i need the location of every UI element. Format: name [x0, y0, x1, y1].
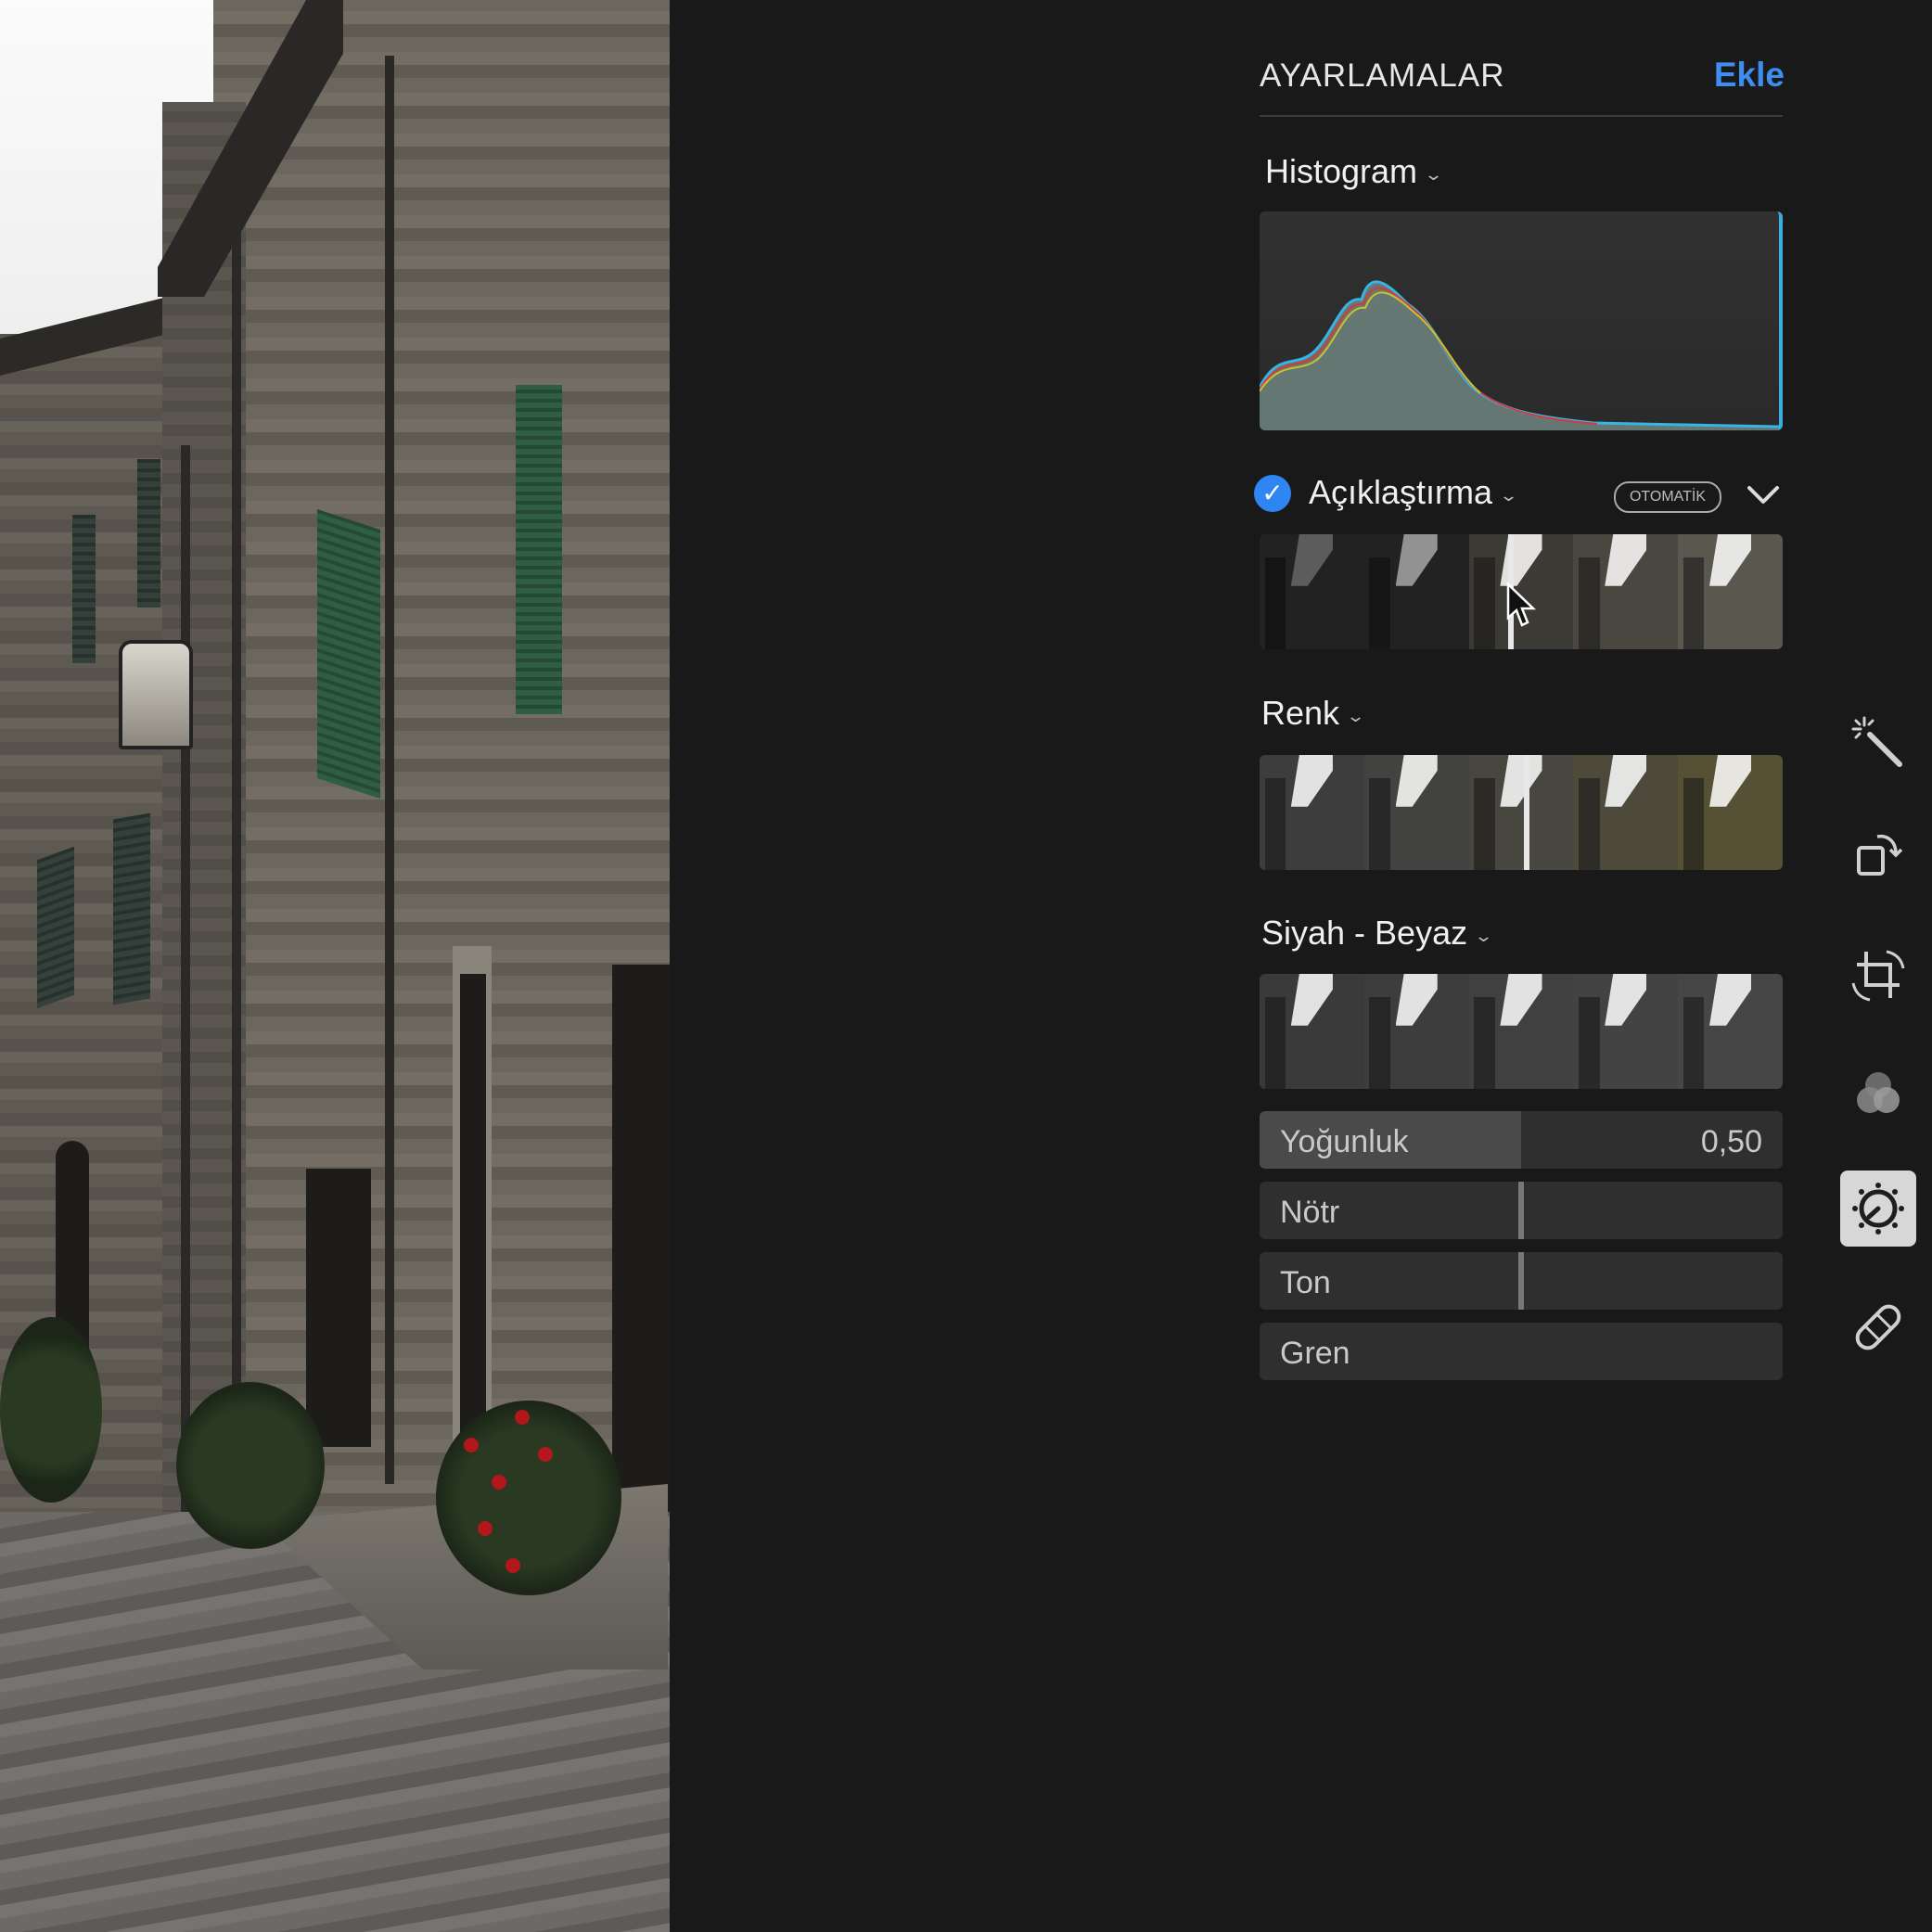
preview-frame[interactable]: [1260, 974, 1364, 1089]
slider-handle[interactable]: [1518, 1252, 1524, 1310]
photo-shutter: [72, 515, 96, 663]
light-enabled-checkbox[interactable]: ✓: [1254, 475, 1291, 512]
photo-flower: [538, 1447, 553, 1462]
preview-frame[interactable]: [1468, 974, 1574, 1089]
photo-door: [460, 974, 486, 1456]
histogram-section-title[interactable]: Histogram ⌄: [1265, 152, 1444, 191]
panel-title: AYARLAMALAR: [1260, 58, 1505, 94]
photo-shutter: [113, 812, 150, 1005]
slider-label: Nötr: [1280, 1195, 1340, 1230]
slider-label: Gren: [1280, 1336, 1350, 1371]
light-title-label: Açıklaştırma: [1309, 473, 1493, 511]
histogram-graph: [1260, 280, 1779, 430]
grain-slider[interactable]: Gren: [1260, 1323, 1783, 1380]
photo-plant: [436, 1401, 621, 1595]
crop-icon[interactable]: [1840, 937, 1916, 1013]
photo-shutter: [516, 385, 562, 714]
photo-building-main: [213, 0, 670, 1521]
preview-frame[interactable]: [1260, 755, 1364, 870]
photo-shutter: [137, 459, 160, 608]
auto-button[interactable]: OTOMATİK: [1614, 481, 1721, 513]
color-section-title[interactable]: Renk ⌄: [1261, 694, 1366, 733]
expand-chevron-icon[interactable]: [1742, 473, 1785, 516]
preview-frame[interactable]: [1678, 755, 1783, 870]
retouch-bandage-icon[interactable]: [1840, 1289, 1916, 1365]
color-title-label: Renk: [1261, 694, 1340, 732]
chevron-down-icon: ⌄: [1499, 485, 1519, 505]
chevron-down-icon: ⌄: [1424, 164, 1444, 184]
slider-handle[interactable]: [1518, 1182, 1524, 1239]
adjust-icon[interactable]: [1840, 1171, 1916, 1247]
preview-frame[interactable]: [1260, 534, 1364, 649]
photo-pipe: [385, 56, 394, 1484]
color-preview-strip[interactable]: [1260, 755, 1783, 870]
color-strip-marker[interactable]: [1523, 755, 1529, 870]
mouse-cursor-icon: [1506, 582, 1536, 627]
slider-label: Yoğunluk: [1280, 1124, 1409, 1159]
preview-frame[interactable]: [1468, 755, 1574, 870]
preview-frame[interactable]: [1364, 534, 1469, 649]
photo-flower: [515, 1410, 530, 1425]
preview-frame[interactable]: [1573, 755, 1679, 870]
preview-frame[interactable]: [1678, 974, 1783, 1089]
preview-frame[interactable]: [1363, 974, 1469, 1089]
photo-street-lamp: [119, 640, 193, 749]
tone-slider[interactable]: Ton: [1260, 1252, 1783, 1310]
photo-flower: [492, 1475, 506, 1490]
neutral-slider[interactable]: Nötr: [1260, 1182, 1783, 1239]
adjustments-panel: AYARLAMALAR Ekle Histogram ⌄ ✓ Açıklaştı…: [1254, 0, 1785, 1932]
photo-pipe: [232, 158, 241, 1503]
photo-flower: [478, 1521, 493, 1536]
slider-label: Ton: [1280, 1265, 1331, 1300]
bw-preview-strip[interactable]: [1260, 974, 1783, 1089]
add-button[interactable]: Ekle: [1714, 56, 1785, 95]
photo-door: [612, 965, 670, 1540]
bw-title-label: Siyah - Beyaz: [1261, 914, 1468, 952]
slider-value: 0,50: [1700, 1124, 1762, 1159]
intensity-slider[interactable]: Yoğunluk 0,50: [1260, 1111, 1783, 1169]
light-section-title[interactable]: Açıklaştırma ⌄: [1309, 473, 1519, 512]
chevron-down-icon: ⌄: [1474, 926, 1494, 945]
header-divider: [1260, 115, 1783, 117]
photo-plant: [176, 1382, 325, 1549]
photo-shutter: [317, 508, 380, 800]
photo-flower: [464, 1438, 479, 1452]
enhance-wand-icon[interactable]: [1840, 705, 1916, 781]
histogram-title-label: Histogram: [1265, 152, 1418, 190]
preview-frame[interactable]: [1363, 755, 1469, 870]
photo-shutter: [37, 846, 74, 1009]
photo-plant: [0, 1317, 102, 1503]
photo-door: [306, 1169, 371, 1447]
preview-frame[interactable]: [1573, 534, 1679, 649]
chevron-down-icon: ⌄: [1346, 706, 1366, 725]
photo-canvas[interactable]: [0, 0, 670, 1932]
bw-section-title[interactable]: Siyah - Beyaz ⌄: [1261, 914, 1494, 953]
preview-frame[interactable]: [1678, 534, 1783, 649]
preview-frame[interactable]: [1573, 974, 1679, 1089]
histogram: [1260, 211, 1783, 430]
filters-icon[interactable]: [1840, 1056, 1916, 1132]
photo-flower: [505, 1558, 520, 1573]
photo-pipe: [181, 445, 190, 1521]
rotate-icon[interactable]: [1840, 816, 1916, 892]
